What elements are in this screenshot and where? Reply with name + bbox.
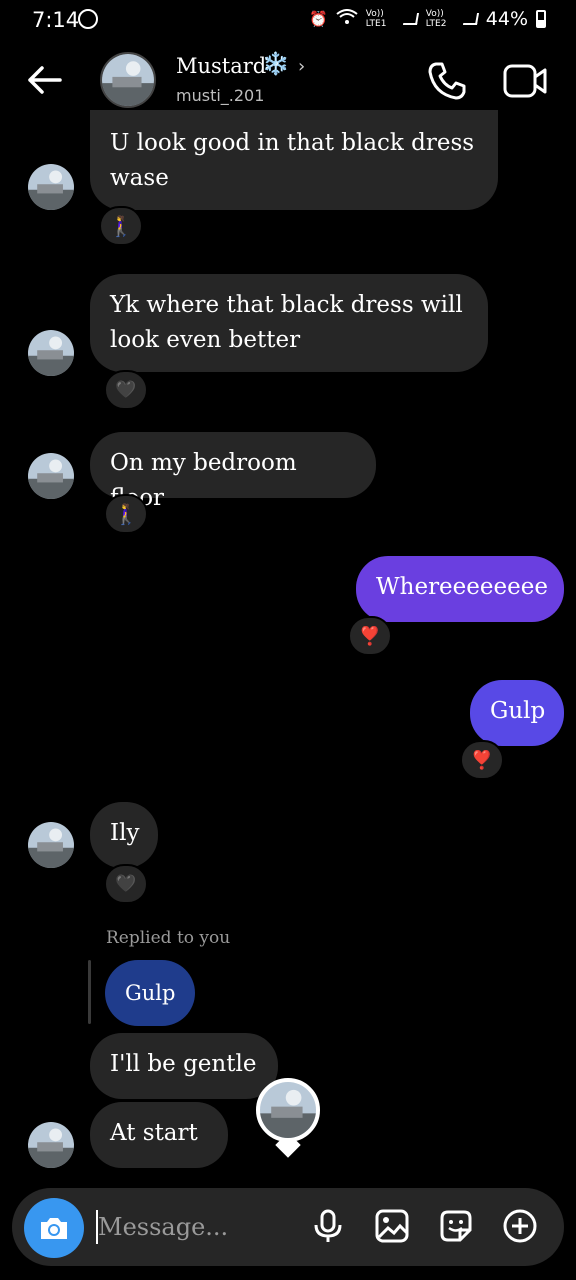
microphone-icon[interactable] xyxy=(310,1208,346,1244)
message-text: Gulp xyxy=(490,698,546,724)
incoming-message[interactable]: Yk where that black dress will look even… xyxy=(90,274,488,372)
message-reaction[interactable]: 🖤 xyxy=(104,370,148,410)
incoming-message[interactable]: At start xyxy=(90,1102,228,1168)
message-reaction[interactable]: 🚶‍♀️ xyxy=(99,206,143,246)
message-reaction[interactable]: ❣️ xyxy=(460,740,504,780)
snowflake-icon: ❄️ xyxy=(262,52,290,77)
outgoing-message[interactable]: Whereeeeeeee xyxy=(356,556,564,622)
alarm-icon: ⏰ xyxy=(309,10,328,28)
black-heart-emoji: 🖤 xyxy=(115,874,137,894)
message-text: look even better xyxy=(110,327,301,353)
sender-avatar[interactable] xyxy=(28,1122,74,1168)
contact-name[interactable]: Mustard xyxy=(176,54,266,78)
message-text: Ily xyxy=(110,820,140,846)
sender-avatar[interactable] xyxy=(28,164,74,210)
phone-call-icon[interactable] xyxy=(426,60,468,102)
signal-2-icon xyxy=(462,13,479,25)
heart-exclamation-emoji: ❣️ xyxy=(470,749,494,771)
gallery-icon[interactable] xyxy=(374,1208,410,1244)
camera-icon xyxy=(41,1218,67,1239)
message-reaction[interactable]: ❣️ xyxy=(348,616,392,656)
whatsapp-notification-icon xyxy=(78,9,98,29)
message-composer xyxy=(12,1188,564,1266)
sticker-icon[interactable] xyxy=(438,1208,474,1244)
contact-avatar[interactable] xyxy=(100,52,156,108)
status-bar: 7:14 ⏰ Vo)) LTE1 Vo)) LTE2 44% xyxy=(0,0,576,44)
quoted-message[interactable]: Gulp xyxy=(105,960,196,1026)
heart-exclamation-emoji: ❣️ xyxy=(358,625,382,647)
seen-avatar xyxy=(256,1078,320,1142)
reply-label: Replied to you xyxy=(106,928,231,948)
incoming-message[interactable]: On my bedroom floor xyxy=(90,432,376,511)
message-reaction[interactable]: 🖤 xyxy=(104,864,148,904)
incoming-message[interactable]: U look good in that black dress wase xyxy=(90,110,498,210)
status-indicators: ⏰ Vo)) LTE1 Vo)) LTE2 44% xyxy=(309,8,546,30)
wifi-icon xyxy=(336,9,358,29)
black-heart-emoji: 🖤 xyxy=(115,380,137,400)
battery-percent: 44% xyxy=(485,8,528,30)
message-input[interactable] xyxy=(98,1204,308,1250)
add-icon[interactable] xyxy=(502,1208,538,1244)
contact-handle[interactable]: musti_.201 xyxy=(176,86,264,105)
sender-avatar[interactable] xyxy=(28,453,74,499)
chevron-right-icon[interactable]: › xyxy=(298,56,305,77)
walking-person-emoji: 🚶‍♀️ xyxy=(113,502,139,526)
message-text: Whereeeeeeee xyxy=(376,574,548,600)
network-2-label: Vo)) LTE2 xyxy=(425,9,447,29)
battery-icon xyxy=(536,10,546,28)
message-text: At start xyxy=(110,1120,198,1146)
incoming-message[interactable]: I'll be gentle xyxy=(90,1033,278,1099)
message-text: Yk where that black dress will xyxy=(110,292,463,318)
walking-person-emoji: 🚶‍♀️ xyxy=(108,214,134,238)
sender-avatar[interactable] xyxy=(28,330,74,376)
message-text: On my bedroom floor xyxy=(110,450,297,511)
message-reaction[interactable]: 🚶‍♀️ xyxy=(104,494,148,534)
status-time: 7:14 xyxy=(32,8,80,32)
message-text: I'll be gentle xyxy=(110,1051,257,1077)
reply-indicator-bar xyxy=(88,960,91,1024)
sender-avatar[interactable] xyxy=(28,822,74,868)
message-text: U look good in that black dress xyxy=(110,130,475,156)
video-call-icon[interactable] xyxy=(502,62,548,100)
signal-1-icon xyxy=(402,13,419,25)
message-text: wase xyxy=(110,165,169,191)
incoming-message[interactable]: Ily xyxy=(90,802,158,868)
camera-button[interactable] xyxy=(24,1198,84,1258)
network-1-label: Vo)) LTE1 xyxy=(365,9,387,29)
outgoing-message[interactable]: Gulp xyxy=(470,680,564,746)
back-arrow-icon[interactable] xyxy=(24,60,64,100)
chat-header: Mustard ❄️ › musti_.201 xyxy=(0,44,576,120)
